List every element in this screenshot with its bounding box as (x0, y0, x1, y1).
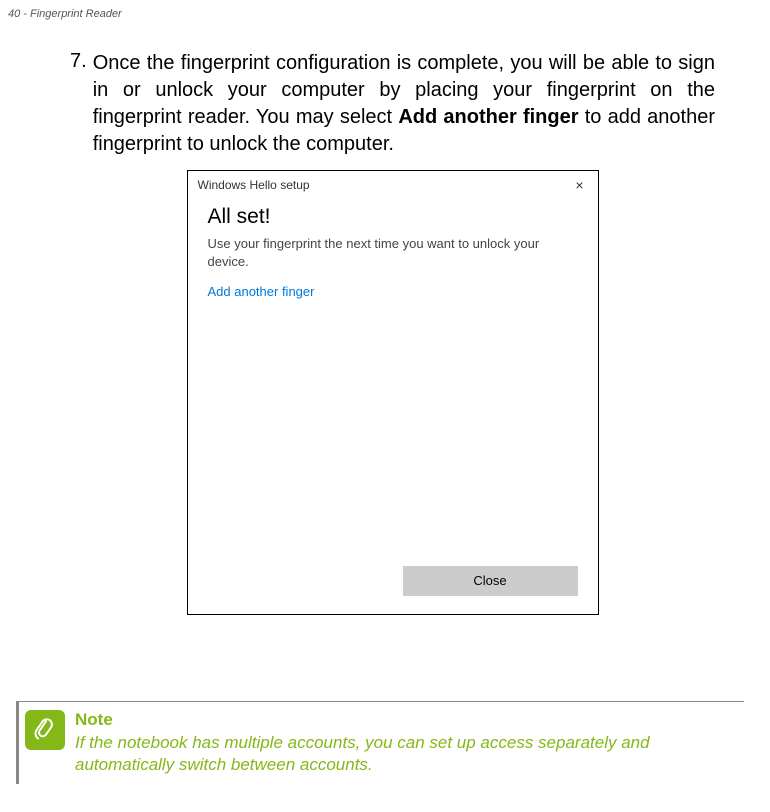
step-text: Once the fingerprint configuration is co… (93, 50, 715, 158)
dialog-title: Windows Hello setup (198, 178, 310, 192)
dialog-footer: Close (188, 556, 598, 614)
dialog-wrapper: Windows Hello setup × All set! Use your … (70, 170, 715, 615)
dialog-body: All set! Use your fingerprint the next t… (188, 199, 598, 556)
step-7: 7. Once the fingerprint configuration is… (70, 50, 715, 158)
note-body: If the notebook has multiple accounts, y… (75, 732, 734, 776)
main-content: 7. Once the fingerprint configuration is… (0, 0, 770, 615)
dialog-heading: All set! (208, 205, 578, 229)
note-title: Note (75, 710, 734, 730)
close-icon[interactable]: × (569, 177, 589, 193)
windows-hello-dialog: Windows Hello setup × All set! Use your … (187, 170, 599, 615)
close-button[interactable]: Close (403, 566, 578, 596)
dialog-titlebar: Windows Hello setup × (188, 171, 598, 199)
note-text: Note If the notebook has multiple accoun… (75, 708, 734, 776)
page-header-running-head: 40 - Fingerprint Reader (8, 8, 122, 20)
dialog-subtext: Use your fingerprint the next time you w… (208, 235, 578, 270)
paperclip-icon (32, 717, 58, 743)
step-text-bold: Add another finger (398, 106, 578, 128)
note-box: Note If the notebook has multiple accoun… (16, 701, 744, 784)
note-icon (25, 710, 65, 750)
add-another-finger-link[interactable]: Add another finger (208, 284, 578, 299)
step-number: 7. (70, 50, 87, 158)
